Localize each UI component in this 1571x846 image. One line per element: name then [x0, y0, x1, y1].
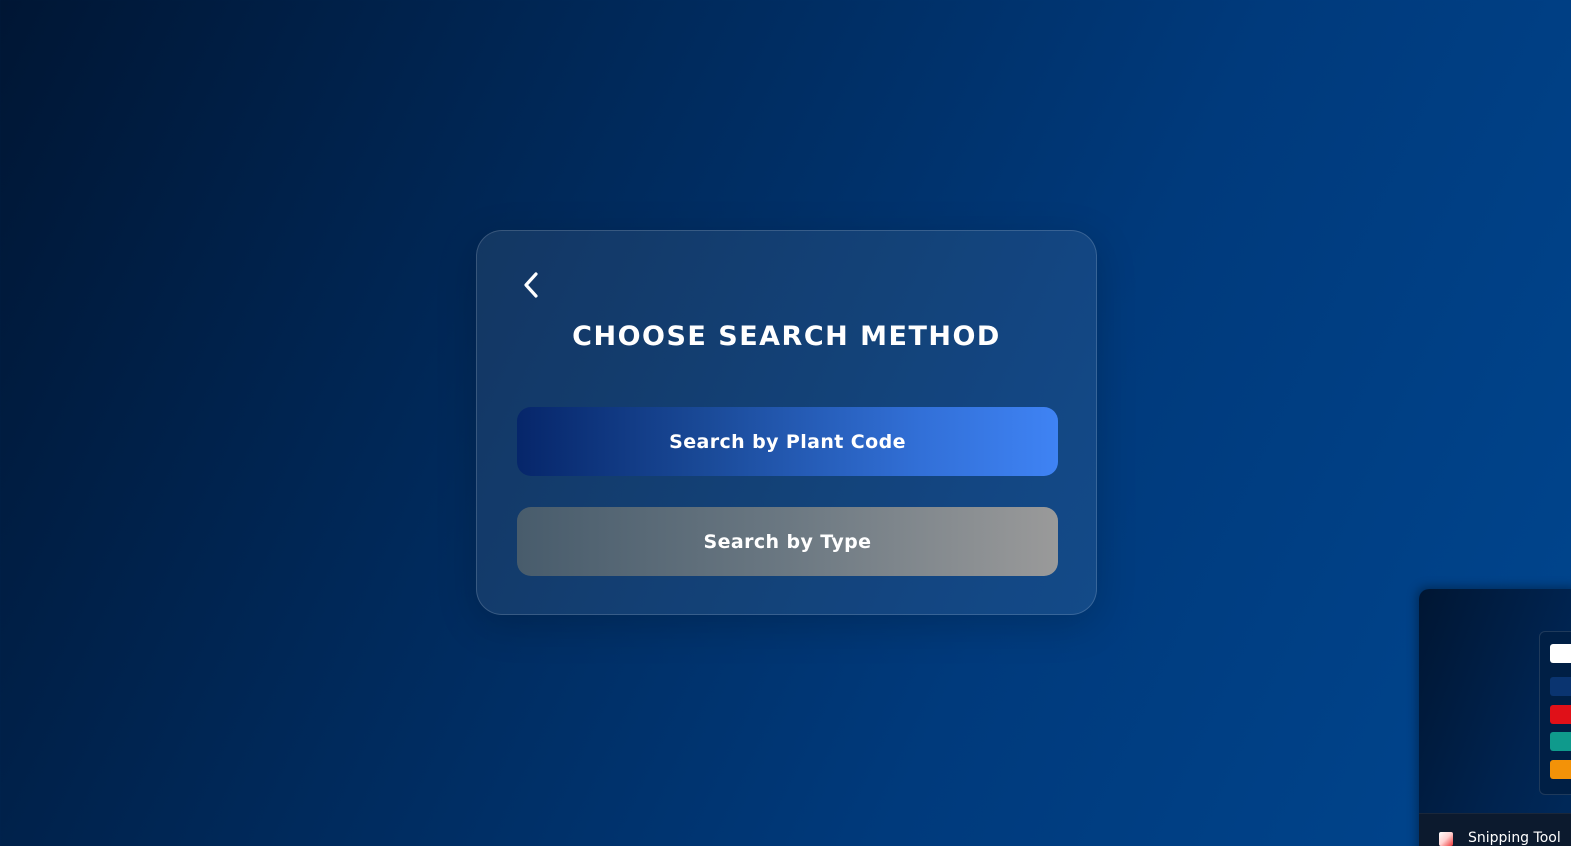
search-by-type-button[interactable]: Search by Type — [517, 507, 1058, 576]
back-button[interactable] — [513, 267, 549, 303]
snipping-tool-popup[interactable]: Snipping Tool — [1419, 589, 1571, 846]
preview-swatch — [1550, 705, 1571, 724]
taskbar-app-label: Snipping Tool — [1468, 830, 1561, 846]
preview-swatch — [1550, 760, 1571, 779]
search-by-plant-code-button[interactable]: Search by Plant Code — [517, 407, 1058, 476]
page-title: CHOOSE SEARCH METHOD — [572, 321, 1001, 352]
snip-preview-thumbnail[interactable] — [1539, 631, 1571, 795]
search-method-card: CHOOSE SEARCH METHOD Search by Plant Cod… — [476, 230, 1097, 615]
snipping-tool-icon — [1439, 832, 1453, 846]
preview-swatch — [1550, 732, 1571, 751]
taskbar-app-entry[interactable]: Snipping Tool — [1419, 813, 1571, 846]
chevron-left-icon — [524, 272, 538, 298]
preview-swatch — [1550, 644, 1571, 663]
preview-swatch — [1550, 677, 1571, 696]
